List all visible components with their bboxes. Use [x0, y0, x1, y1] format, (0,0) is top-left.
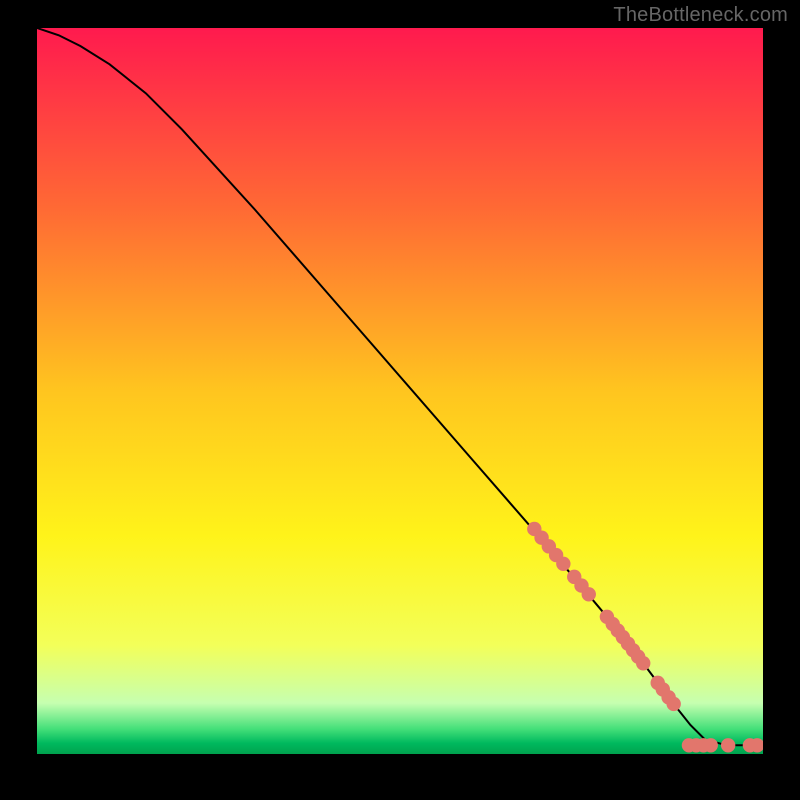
data-marker — [667, 697, 681, 711]
gradient-background — [37, 28, 763, 754]
data-marker — [636, 656, 650, 670]
data-marker — [556, 557, 570, 571]
data-marker — [704, 738, 718, 752]
chart-svg — [37, 28, 763, 754]
plot-area — [37, 28, 763, 754]
chart-stage: TheBottleneck.com — [0, 0, 800, 800]
watermark-text: TheBottleneck.com — [613, 4, 788, 27]
data-marker — [721, 738, 735, 752]
data-marker — [582, 587, 596, 601]
